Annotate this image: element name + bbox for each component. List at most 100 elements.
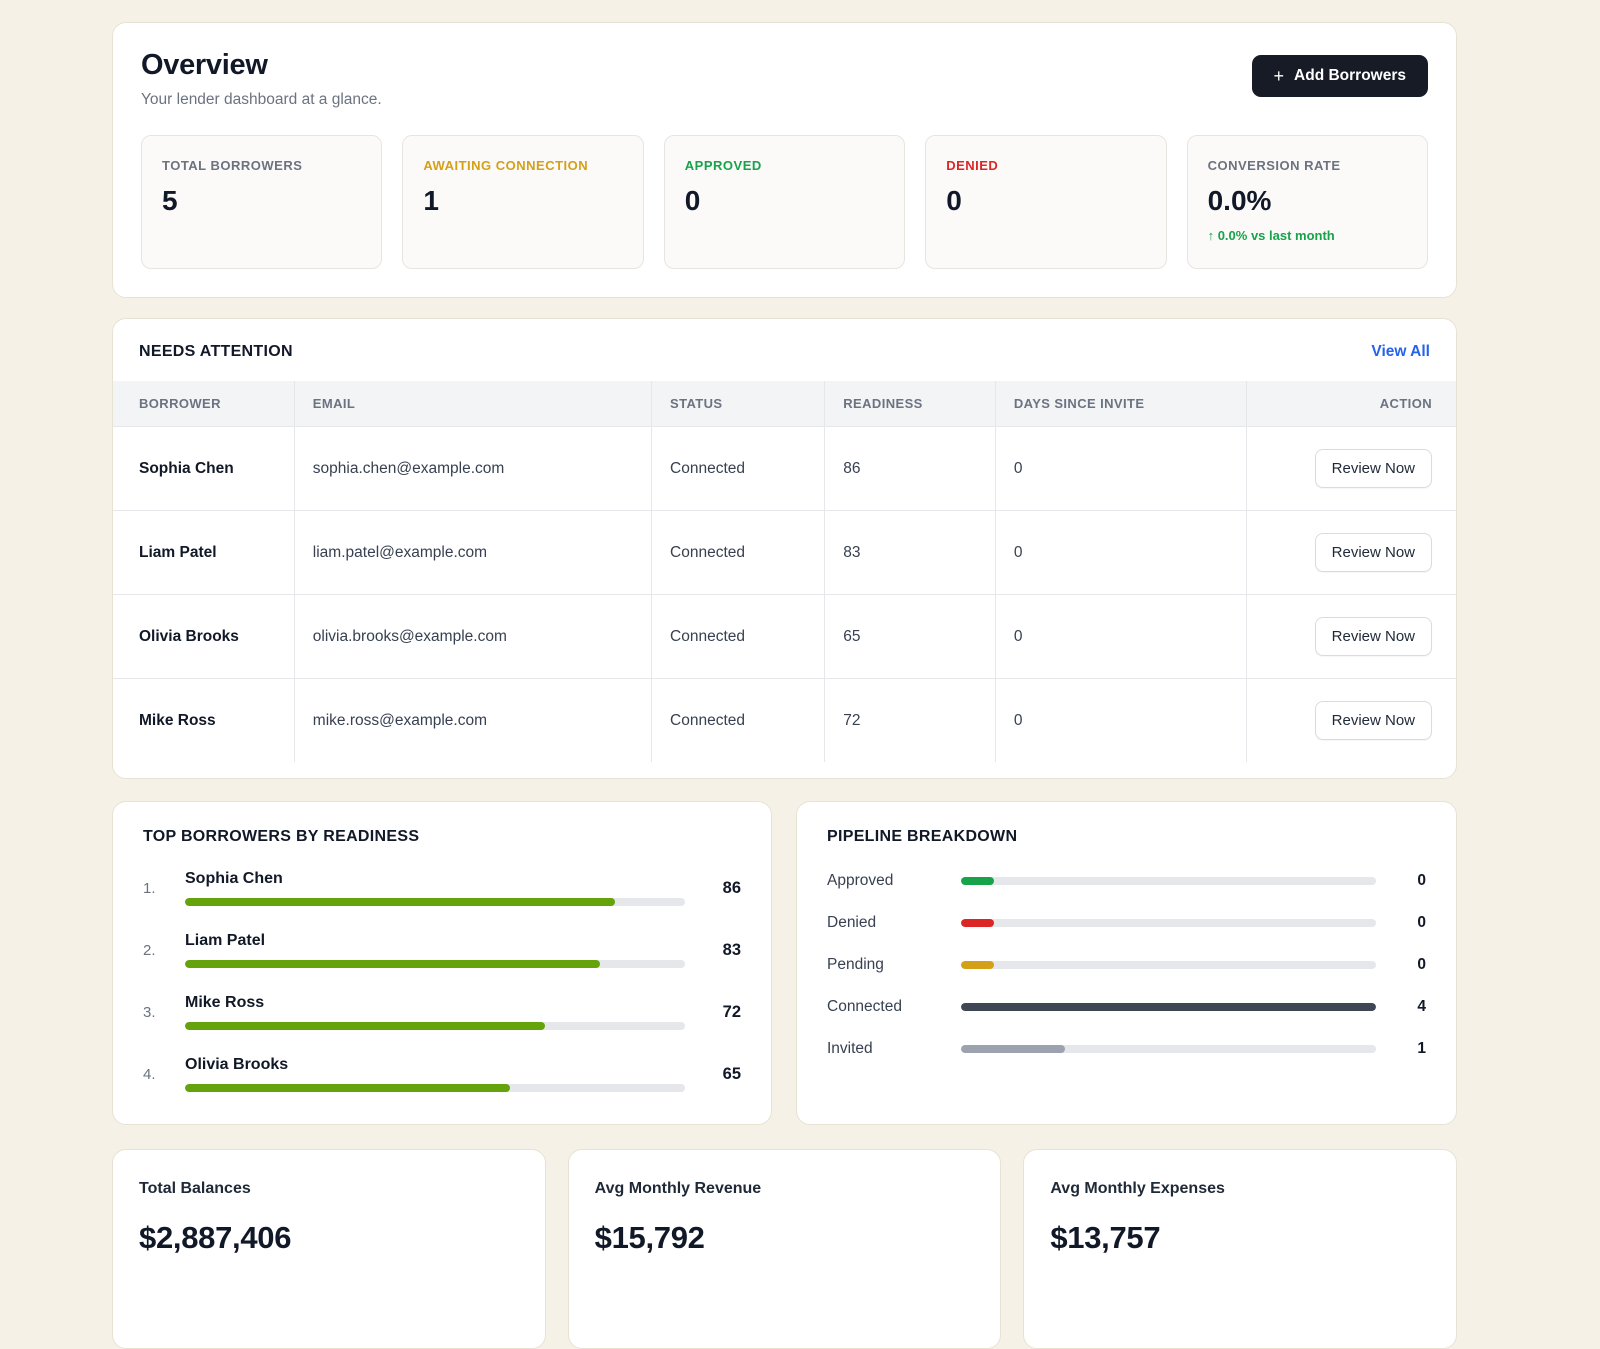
borrower-name: Mike Ross (185, 994, 685, 1012)
needs-attention-card: NEEDS ATTENTION View All BORROWER EMAIL … (112, 318, 1457, 779)
needs-attention-title: NEEDS ATTENTION (139, 343, 293, 361)
stat-card-conversion-rate: CONVERSION RATE 0.0% ↑ 0.0% vs last mont… (1187, 135, 1428, 269)
list-item: 4. Olivia Brooks 65 (143, 1056, 741, 1092)
column-header-borrower: BORROWER (113, 381, 294, 427)
table-row: Sophia Chen sophia.chen@example.com Conn… (113, 427, 1456, 511)
top-borrowers-title: TOP BORROWERS BY READINESS (143, 828, 741, 846)
column-header-days: DAYS SINCE INVITE (995, 381, 1246, 427)
column-header-email: EMAIL (294, 381, 651, 427)
page-subtitle: Your lender dashboard at a glance. (141, 91, 382, 109)
cell-email: sophia.chen@example.com (294, 427, 651, 511)
view-all-link[interactable]: View All (1371, 343, 1430, 361)
stat-card-avg-monthly-revenue: Avg Monthly Revenue $15,792 (568, 1149, 1002, 1349)
column-header-action: ACTION (1246, 381, 1456, 427)
cell-status: Connected (652, 511, 825, 595)
review-now-button[interactable]: Review Now (1315, 449, 1432, 488)
pipeline-label: Invited (827, 1040, 945, 1058)
list-item: 3. Mike Ross 72 (143, 994, 741, 1030)
readiness-score: 65 (685, 1065, 741, 1084)
readiness-bar-track (185, 1084, 685, 1092)
review-now-button[interactable]: Review Now (1315, 701, 1432, 740)
readiness-bar-fill (185, 960, 600, 968)
pipeline-bar-fill (961, 1003, 1376, 1011)
stat-label: APPROVED (685, 158, 884, 173)
stat-value: 5 (162, 185, 361, 217)
pipeline-value: 0 (1392, 872, 1426, 890)
pipeline-bar-track (961, 1045, 1376, 1053)
cell-days: 0 (995, 595, 1246, 679)
stat-value: 1 (423, 185, 622, 217)
stat-card-avg-monthly-expenses: Avg Monthly Expenses $13,757 (1023, 1149, 1457, 1349)
stat-value: $13,757 (1050, 1220, 1430, 1256)
financial-stats-row: Total Balances $2,887,406 Avg Monthly Re… (112, 1149, 1457, 1349)
stat-label: Avg Monthly Revenue (595, 1180, 975, 1198)
borrower-bar-block: Sophia Chen (185, 870, 685, 906)
pipeline-row-approved: Approved 0 (827, 872, 1426, 890)
readiness-bar-fill (185, 1022, 545, 1030)
rank-label: 4. (143, 1066, 185, 1083)
list-item: 2. Liam Patel 83 (143, 932, 741, 968)
cell-readiness: 65 (825, 595, 996, 679)
review-now-button[interactable]: Review Now (1315, 533, 1432, 572)
pipeline-row-pending: Pending 0 (827, 956, 1426, 974)
stat-delta: ↑ 0.0% vs last month (1208, 228, 1407, 243)
rank-label: 3. (143, 1004, 185, 1021)
stat-card-denied: DENIED 0 (925, 135, 1166, 269)
stat-label: AWAITING CONNECTION (423, 158, 622, 173)
cell-borrower: Sophia Chen (113, 427, 294, 511)
pipeline-label: Approved (827, 872, 945, 890)
borrower-name: Sophia Chen (185, 870, 685, 888)
cell-readiness: 86 (825, 427, 996, 511)
pipeline-title: PIPELINE BREAKDOWN (827, 828, 1426, 846)
charts-row: TOP BORROWERS BY READINESS 1. Sophia Che… (112, 801, 1457, 1125)
stat-card-total-balances: Total Balances $2,887,406 (112, 1149, 546, 1349)
cell-email: olivia.brooks@example.com (294, 595, 651, 679)
readiness-bar-fill (185, 898, 615, 906)
top-borrowers-list: 1. Sophia Chen 86 2. Liam Patel (143, 870, 741, 1092)
pipeline-value: 4 (1392, 998, 1426, 1016)
stat-label: CONVERSION RATE (1208, 158, 1407, 173)
borrower-name: Liam Patel (185, 932, 685, 950)
cell-borrower: Mike Ross (113, 679, 294, 763)
stat-label: TOTAL BORROWERS (162, 158, 361, 173)
readiness-bar-track (185, 960, 685, 968)
pipeline-bar-fill (961, 961, 994, 969)
add-borrowers-button[interactable]: + Add Borrowers (1252, 55, 1428, 97)
table-row: Olivia Brooks olivia.brooks@example.com … (113, 595, 1456, 679)
borrower-bar-block: Olivia Brooks (185, 1056, 685, 1092)
overview-card: Overview Your lender dashboard at a glan… (112, 22, 1457, 298)
pipeline-value: 0 (1392, 914, 1426, 932)
stat-card-total-borrowers: TOTAL BORROWERS 5 (141, 135, 382, 269)
cell-borrower: Olivia Brooks (113, 595, 294, 679)
pipeline-bar-track (961, 877, 1376, 885)
rank-label: 2. (143, 942, 185, 959)
stat-card-awaiting-connection: AWAITING CONNECTION 1 (402, 135, 643, 269)
pipeline-rows: Approved 0 Denied 0 Pending (827, 872, 1426, 1058)
stat-value: $15,792 (595, 1220, 975, 1256)
stat-value: 0 (946, 185, 1145, 217)
borrower-name: Olivia Brooks (185, 1056, 685, 1074)
stat-value: 0 (685, 185, 884, 217)
stat-label: Avg Monthly Expenses (1050, 1180, 1430, 1198)
column-header-readiness: READINESS (825, 381, 996, 427)
plus-icon: + (1274, 67, 1285, 85)
readiness-score: 83 (685, 941, 741, 960)
stat-label: Total Balances (139, 1180, 519, 1198)
overview-titles: Overview Your lender dashboard at a glan… (141, 49, 382, 109)
cell-days: 0 (995, 427, 1246, 511)
needs-attention-header: NEEDS ATTENTION View All (113, 343, 1456, 361)
readiness-score: 72 (685, 1003, 741, 1022)
pipeline-bar-fill (961, 877, 994, 885)
overview-header: Overview Your lender dashboard at a glan… (141, 49, 1428, 109)
review-now-button[interactable]: Review Now (1315, 617, 1432, 656)
stat-label: DENIED (946, 158, 1145, 173)
readiness-score: 86 (685, 879, 741, 898)
add-borrowers-label: Add Borrowers (1294, 67, 1406, 85)
list-item: 1. Sophia Chen 86 (143, 870, 741, 906)
cell-borrower: Liam Patel (113, 511, 294, 595)
pipeline-bar-track (961, 961, 1376, 969)
cell-email: mike.ross@example.com (294, 679, 651, 763)
pipeline-bar-track (961, 919, 1376, 927)
cell-status: Connected (652, 679, 825, 763)
cell-days: 0 (995, 511, 1246, 595)
